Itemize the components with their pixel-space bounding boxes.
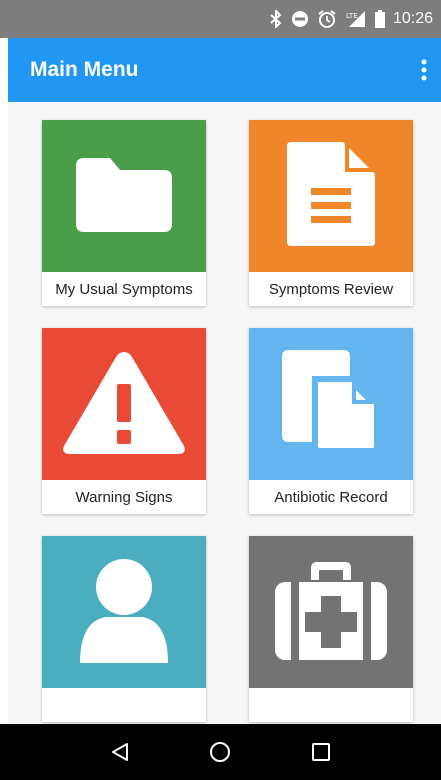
status-bar: LTE 10:26 <box>0 0 441 38</box>
main-menu-grid: My Usual Symptoms Symptoms Review Warnin… <box>8 102 441 724</box>
tile-my-usual-symptoms[interactable]: My Usual Symptoms <box>42 120 206 306</box>
tile-warning-signs[interactable]: Warning Signs <box>42 328 206 514</box>
battery-icon <box>374 10 385 28</box>
tile-art <box>42 536 206 688</box>
app-bar: Main Menu <box>8 38 441 102</box>
tile-art <box>42 328 206 480</box>
tile-person[interactable] <box>42 536 206 722</box>
copy-document-icon <box>276 346 386 463</box>
tile-label <box>249 688 413 722</box>
medical-kit-icon <box>271 558 391 667</box>
tile-art <box>42 120 206 272</box>
document-icon <box>283 138 379 255</box>
recents-square-icon[interactable] <box>301 732 341 772</box>
tile-antibiotic-record[interactable]: Antibiotic Record <box>249 328 413 514</box>
svg-text:LTE: LTE <box>346 12 358 20</box>
more-vert-icon[interactable] <box>421 58 427 82</box>
tile-symptoms-review[interactable]: Symptoms Review <box>249 120 413 306</box>
back-triangle-icon[interactable] <box>100 732 140 772</box>
bluetooth-icon <box>269 10 283 28</box>
tile-label: Warning Signs <box>75 488 173 506</box>
screen-edge <box>0 38 8 724</box>
tile-label: Symptoms Review <box>268 280 394 298</box>
alarm-icon <box>317 9 337 29</box>
tile-label: Antibiotic Record <box>274 488 388 506</box>
folder-icon <box>72 152 176 241</box>
home-circle-icon[interactable] <box>200 732 240 772</box>
clock: 10:26 <box>392 10 433 27</box>
lte-signal-icon: LTE <box>345 10 367 28</box>
tile-art <box>249 120 413 272</box>
page-title: Main Menu <box>30 58 139 81</box>
do-not-disturb-icon <box>291 10 309 28</box>
navigation-bar <box>0 724 441 780</box>
tile-label: My Usual Symptoms <box>55 280 193 298</box>
tile-medical-kit[interactable] <box>249 536 413 722</box>
warning-icon <box>58 346 190 463</box>
tile-art <box>249 536 413 688</box>
tile-label <box>42 688 206 722</box>
tile-art <box>249 328 413 480</box>
person-icon <box>74 555 174 670</box>
